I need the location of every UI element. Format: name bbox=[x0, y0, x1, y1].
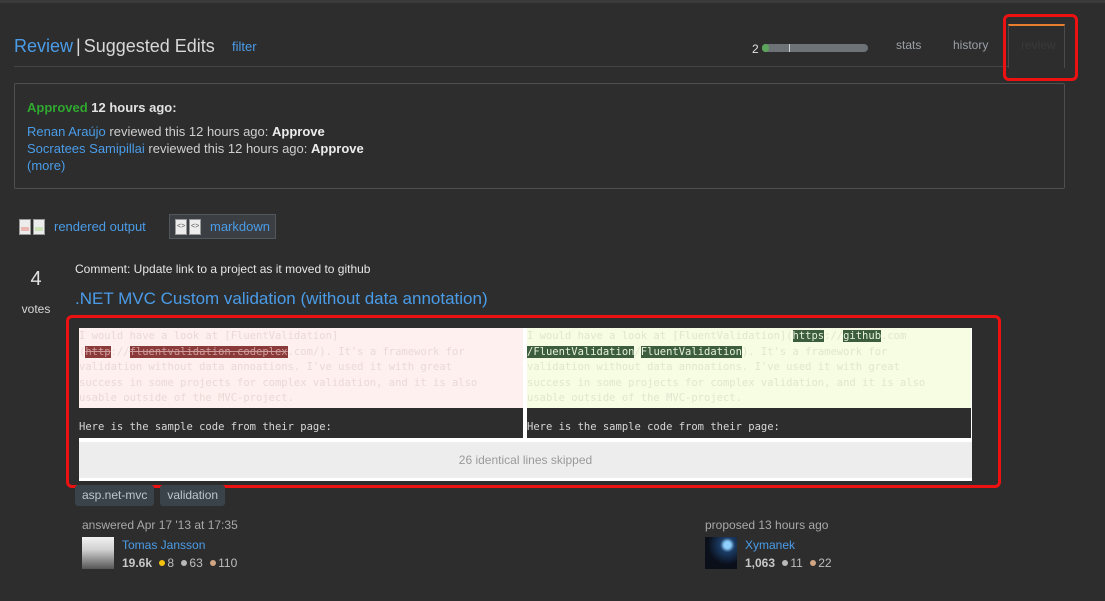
deleted-text: fluentvalidation.codeplex bbox=[129, 345, 288, 358]
deleted-text: http bbox=[85, 345, 111, 358]
silver-badge-count: 11 bbox=[790, 556, 803, 570]
review-verdict: Approve bbox=[272, 124, 325, 139]
inserted-text: github bbox=[843, 330, 882, 342]
tag-validation[interactable]: validation bbox=[160, 485, 226, 506]
user-reputation: 19.6k 8 63 110 bbox=[122, 556, 237, 570]
gold-badge-count: 8 bbox=[167, 556, 175, 570]
user-reputation: 1,063 11 22 bbox=[745, 556, 832, 570]
bronze-badge-icon bbox=[210, 560, 217, 567]
inserted-text: FluentValidation bbox=[640, 345, 742, 358]
title-separator: | bbox=[76, 36, 81, 56]
diff-line: validation without data annoations. I've… bbox=[527, 361, 900, 374]
diff-line: usable outside of the MVC-project. bbox=[79, 392, 294, 405]
diff-left-icon bbox=[19, 218, 31, 235]
rendered-output-toggle[interactable]: rendered output bbox=[14, 214, 151, 239]
progress-tick bbox=[789, 44, 790, 52]
user-name-link[interactable]: Tomas Jansson bbox=[122, 538, 205, 552]
edit-comment: Comment: Update link to a project as it … bbox=[75, 262, 371, 276]
review-entry: Socratees Samipillai reviewed this 12 ho… bbox=[27, 141, 364, 156]
question-title-link[interactable]: .NET MVC Custom validation (without data… bbox=[75, 289, 488, 309]
diff-line: validation without data annoations. I've… bbox=[79, 361, 452, 374]
silver-badge-icon bbox=[782, 560, 789, 567]
markdown-diff: I would have a look at [FluentValidation… bbox=[79, 328, 972, 481]
progress-count: 2 bbox=[752, 42, 759, 56]
reviewer-link[interactable]: Renan Araújo bbox=[27, 124, 106, 139]
page-title: Review | Suggested Edits bbox=[14, 36, 215, 57]
diff-text: .com bbox=[881, 330, 907, 342]
status-when: 12 hours ago: bbox=[91, 100, 177, 115]
status-result: Approved bbox=[27, 100, 88, 115]
diff-unchanged-line: Here is the sample code from their page: bbox=[79, 408, 523, 438]
filter-link[interactable]: filter bbox=[232, 39, 257, 54]
review-text: reviewed this 12 hours ago: bbox=[105, 124, 272, 139]
proposer-card: proposed 13 hours ago Xymanek 1,063 11 2… bbox=[705, 518, 832, 570]
user-name-link[interactable]: Xymanek bbox=[745, 538, 795, 552]
tab-review[interactable]: review bbox=[1008, 24, 1065, 68]
diff-original: I would have a look at [FluentValidation… bbox=[79, 328, 523, 438]
markdown-toggle[interactable]: markdown bbox=[169, 214, 276, 239]
review-link[interactable]: Review bbox=[14, 36, 73, 56]
votes-label: votes bbox=[21, 302, 51, 316]
diff-line: usable outside of the MVC-project. bbox=[527, 392, 742, 405]
diff-removed-block: I would have a look at [FluentValidation… bbox=[79, 328, 523, 408]
diff-text: :// bbox=[824, 330, 844, 342]
diff-line: success in some projects for complex val… bbox=[527, 376, 926, 389]
more-link[interactable]: (more) bbox=[27, 158, 65, 173]
avatar[interactable] bbox=[82, 537, 114, 569]
tab-stats[interactable]: stats bbox=[896, 38, 921, 52]
diff-text: ). It's a framework for bbox=[741, 345, 888, 358]
rendered-output-label: rendered output bbox=[54, 219, 146, 234]
diff-unchanged-line: Here is the sample code from their page: bbox=[527, 408, 971, 438]
code-right-icon bbox=[189, 218, 201, 235]
reviewer-link[interactable]: Socratees Samipillai bbox=[27, 141, 145, 156]
review-text: reviewed this 12 hours ago: bbox=[144, 141, 311, 156]
answered-date: answered Apr 17 '13 at 17:35 bbox=[82, 518, 238, 532]
tab-review-label: review bbox=[1021, 38, 1056, 52]
diff-line: success in some projects for complex val… bbox=[79, 376, 478, 389]
reputation-score: 19.6k bbox=[122, 556, 153, 570]
diff-text: .com/). It's a framework for bbox=[287, 345, 465, 358]
bronze-badge-icon bbox=[810, 560, 817, 567]
review-progress-bar bbox=[762, 44, 868, 52]
vote-count: 4 bbox=[30, 268, 42, 290]
diff-line: I would have a look at [FluentValidation… bbox=[79, 330, 339, 342]
diff-text: :// bbox=[110, 345, 130, 358]
page-header: Review | Suggested Edits filter 2 stats hi… bbox=[14, 24, 1065, 68]
gold-badge-icon bbox=[159, 560, 166, 567]
diff-added-block: I would have a look at [FluentValidation… bbox=[527, 328, 971, 408]
inserted-text: https bbox=[792, 330, 825, 342]
reputation-score: 1,063 bbox=[745, 556, 776, 570]
review-entry: Renan Araújo reviewed this 12 hours ago:… bbox=[27, 124, 325, 139]
silver-badge-count: 63 bbox=[189, 556, 203, 570]
code-left-icon bbox=[175, 218, 187, 235]
review-status-panel: Approved 12 hours ago: Renan Araújo revi… bbox=[14, 83, 1065, 189]
more-reviews: (more) bbox=[27, 158, 65, 173]
diff-text: I would have a look at [FluentValidation… bbox=[527, 330, 793, 342]
progress-fill bbox=[762, 44, 770, 52]
avatar[interactable] bbox=[705, 537, 737, 569]
diff-right-icon bbox=[33, 218, 45, 235]
diff-proposed: I would have a look at [FluentValidation… bbox=[527, 328, 971, 438]
markdown-label: markdown bbox=[210, 219, 270, 234]
skipped-lines-button[interactable]: 26 identical lines skipped bbox=[79, 442, 972, 478]
status-title: Approved 12 hours ago: bbox=[27, 100, 177, 115]
bronze-badge-count: 110 bbox=[218, 556, 238, 570]
answerer-card: answered Apr 17 '13 at 17:35 Tomas Janss… bbox=[82, 518, 238, 570]
tab-history[interactable]: history bbox=[953, 38, 988, 52]
inserted-text: /FluentValidation bbox=[527, 345, 635, 358]
diff-text: / bbox=[634, 345, 641, 358]
review-verdict: Approve bbox=[311, 141, 364, 156]
post-tags: asp.net-mvc validation bbox=[75, 485, 226, 506]
queue-title: Suggested Edits bbox=[83, 36, 215, 56]
tag-asp-net-mvc[interactable]: asp.net-mvc bbox=[75, 485, 155, 506]
silver-badge-icon bbox=[181, 560, 188, 567]
bronze-badge-count: 22 bbox=[818, 556, 832, 570]
top-bar bbox=[0, 0, 1105, 3]
proposed-date: proposed 13 hours ago bbox=[705, 518, 829, 532]
